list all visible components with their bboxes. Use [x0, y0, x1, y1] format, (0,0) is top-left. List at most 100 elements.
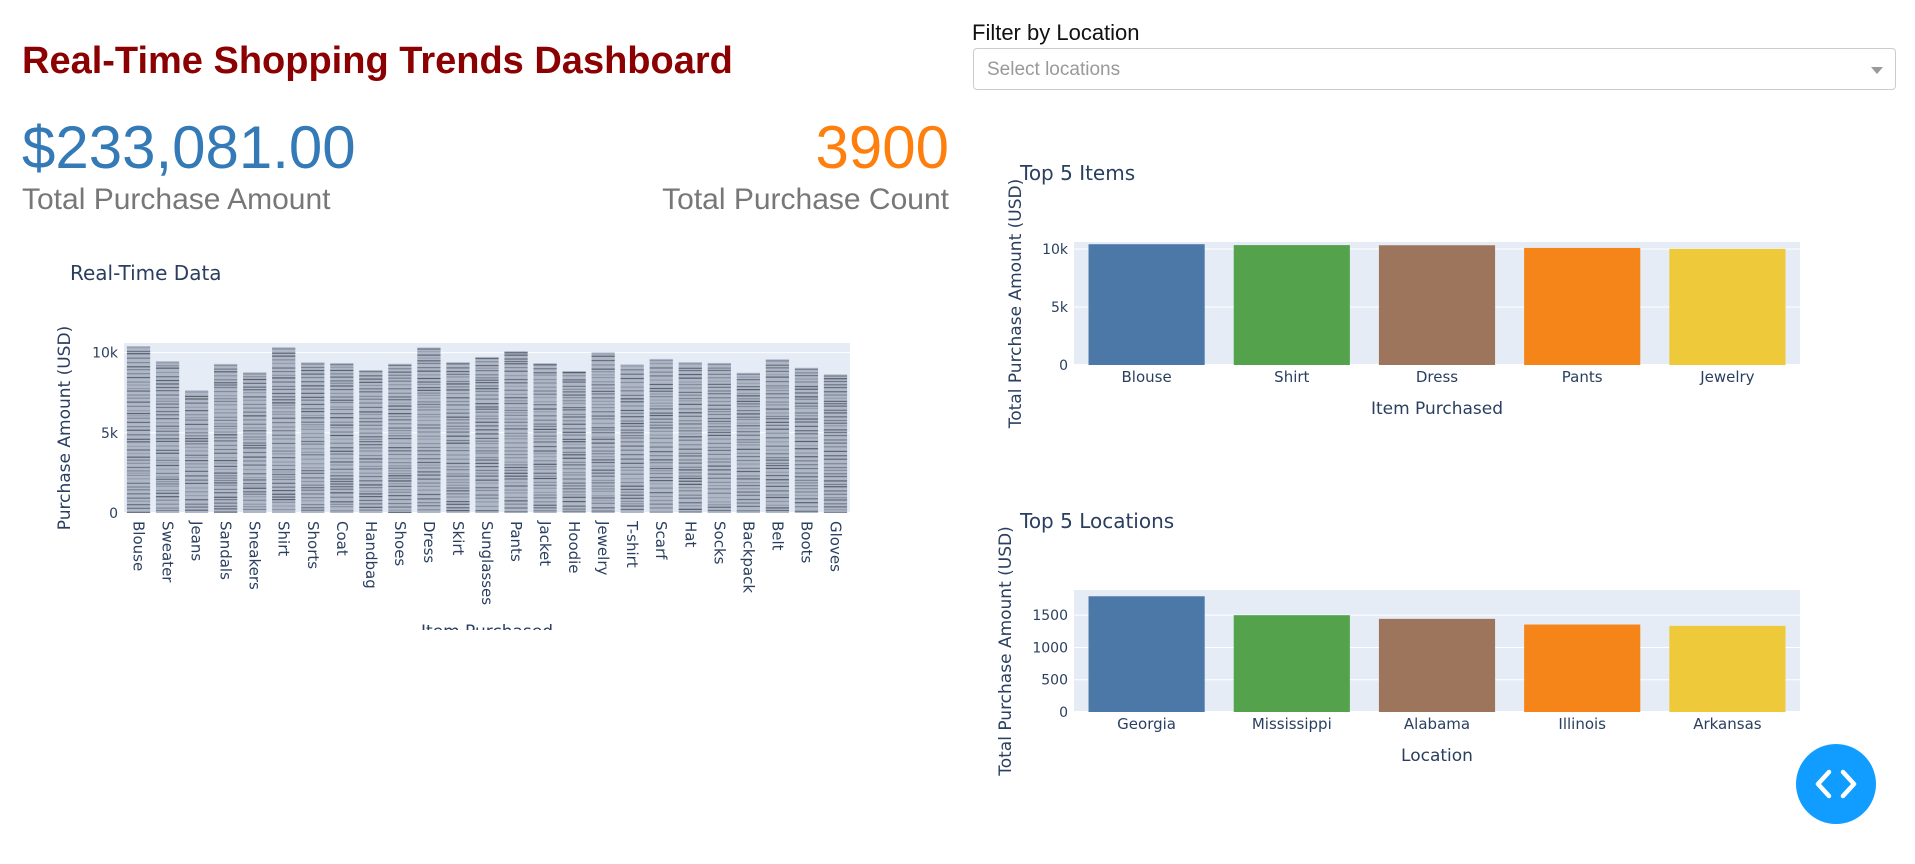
bar-segment [417, 485, 441, 487]
bar-segment [678, 475, 702, 477]
bar-segment [243, 506, 267, 508]
bar-segment [823, 419, 848, 422]
bar-segment [678, 502, 702, 504]
bar-segment [446, 425, 470, 427]
bar-segment [388, 435, 412, 437]
bar [1088, 596, 1205, 712]
bar-segment [649, 511, 673, 513]
bar-segment [214, 482, 238, 484]
bar-segment [417, 374, 441, 376]
bar-segment [359, 381, 383, 383]
bar-segment [504, 489, 528, 491]
bar-segment [155, 398, 180, 400]
bar-segment [533, 491, 557, 493]
bar-segment [388, 509, 412, 511]
bar-segment [533, 372, 557, 374]
bar-segment [678, 394, 702, 396]
bar-segment [707, 380, 731, 382]
bar-segment [243, 442, 267, 444]
bar-segment [562, 488, 586, 490]
bar-segment [388, 423, 412, 425]
bar-segment [272, 486, 296, 488]
bar-segment [678, 462, 702, 464]
bar-segment [533, 401, 557, 403]
bar-segment [417, 401, 441, 403]
bar-segment [446, 481, 470, 484]
bar-segment [272, 493, 296, 495]
bar-segment [649, 470, 673, 472]
location-dropdown[interactable]: Select locations [973, 48, 1896, 90]
bar-segment [620, 429, 644, 431]
bar-segment [678, 455, 702, 457]
bar-segment [736, 459, 760, 462]
bar-segment [272, 508, 296, 511]
bar-segment [155, 503, 180, 505]
bar-segment [678, 391, 702, 394]
bar-segment [155, 367, 180, 369]
bar-segment [823, 475, 848, 478]
bar-segment [823, 497, 848, 499]
code-toggle-button[interactable] [1796, 744, 1876, 824]
bar-segment [591, 422, 615, 425]
x-tick-label: Skirt [449, 521, 467, 556]
bar-segment [475, 388, 499, 390]
bar-segment [359, 378, 383, 380]
x-tick-label: Blouse [1122, 368, 1172, 386]
bar-segment [765, 397, 790, 399]
bar-segment [678, 433, 702, 435]
bar-segment [620, 394, 644, 396]
bar-segment [417, 419, 441, 422]
bar-segment [794, 510, 819, 512]
bar-segment [678, 427, 702, 429]
bar-segment [823, 384, 848, 386]
bar-segment [184, 428, 209, 430]
bar-segment [184, 466, 209, 468]
bar-segment [417, 389, 441, 391]
bar-segment [591, 499, 615, 502]
bar-segment [184, 463, 209, 465]
bar-segment [620, 469, 644, 471]
bar-segment [504, 446, 528, 449]
bar-segment [504, 492, 528, 494]
bar-segment [649, 387, 673, 390]
bar-segment [184, 402, 209, 404]
bar-segment [562, 500, 586, 503]
bar-segment [794, 491, 819, 493]
bar-segment [214, 400, 238, 403]
bar-segment [678, 466, 702, 468]
bar-segment [707, 449, 731, 452]
bar-segment [243, 485, 267, 487]
bar-segment [359, 465, 383, 468]
bar-segment [301, 369, 325, 372]
x-tick-label: Shorts [304, 521, 322, 569]
bar-segment [794, 405, 819, 407]
bar-segment [707, 369, 731, 372]
bar-segment [359, 395, 383, 398]
bar-segment [417, 502, 441, 504]
bar-segment [794, 392, 819, 394]
bar-segment [243, 392, 267, 394]
bar-segment [591, 411, 615, 413]
bar-segment [155, 483, 180, 485]
bar-segment [794, 448, 819, 450]
x-tick-label: Socks [710, 521, 728, 565]
bar-segment [184, 446, 209, 448]
bar-segment [562, 434, 586, 436]
bar-segment [562, 510, 586, 512]
bar-segment [417, 383, 441, 386]
bar-segment [446, 367, 470, 369]
bar-segment [417, 450, 441, 452]
x-tick-label: Georgia [1117, 715, 1176, 733]
bar-segment [272, 385, 296, 388]
bar-segment [475, 411, 499, 413]
bar [533, 363, 557, 513]
bar-segment [243, 456, 267, 458]
bar-segment [736, 510, 760, 512]
bar-segment [823, 431, 848, 434]
bar-segment [562, 420, 586, 422]
bar-segment [533, 415, 557, 417]
chevron-down-icon[interactable] [1871, 67, 1883, 74]
bar [1524, 624, 1641, 712]
bar-segment [272, 464, 296, 467]
bar-segment [243, 444, 267, 447]
